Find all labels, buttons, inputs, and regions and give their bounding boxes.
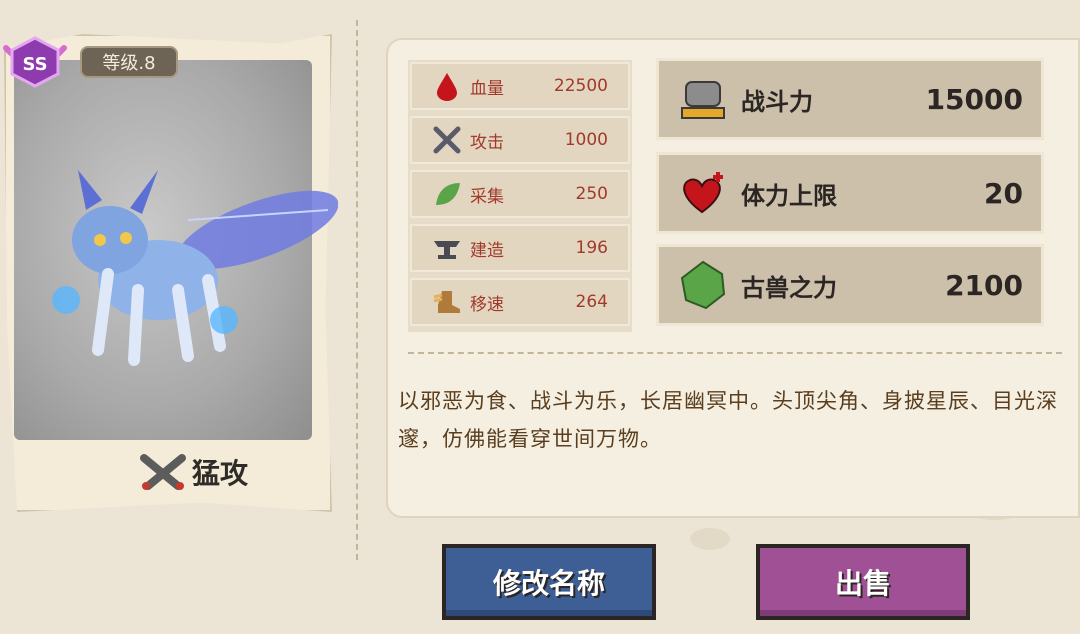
summary-label: 体力上限 [741,181,837,210]
pet-creature-image [52,170,338,366]
winged-boot-icon [430,285,464,319]
summary-label: 古兽之力 [741,273,837,302]
stat-value: 196 [575,238,608,258]
leaf-icon [430,177,464,211]
stat-row-speed: 移速 264 [410,278,630,326]
pet-skill: 猛攻 [138,452,248,492]
crossed-swords-icon [140,454,186,490]
horizontal-divider [408,352,1062,354]
stat-row-gather: 采集 250 [410,170,630,218]
rank-badge: SS [3,36,67,88]
sell-button[interactable]: 出售 [756,544,970,620]
summary-value: 15000 [925,82,1023,116]
heart-plus-icon [677,167,729,219]
stat-row-hp: 血量 22500 [410,62,630,110]
stat-label: 移速 [470,294,504,315]
stat-label: 采集 [470,186,504,207]
rename-button[interactable]: 修改名称 [442,544,656,620]
stat-value: 22500 [553,76,608,96]
stat-row-build: 建造 196 [410,224,630,272]
blood-drop-icon [430,69,464,103]
summary-row-ancient-power: 古兽之力 2100 [656,244,1044,326]
crossed-swords-icon [430,123,464,157]
stat-label: 攻击 [470,132,504,153]
stat-value: 264 [575,292,608,312]
pet-level-tag: 等级.8 [80,46,178,78]
summary-value: 2100 [945,268,1023,302]
stat-row-attack: 攻击 1000 [410,116,630,164]
fist-icon [677,73,729,125]
pet-description: 以邪恶为食、战斗为乐，长居幽冥中。头顶尖角、身披星辰、目光深邃，仿佛能看穿世间万… [398,389,1058,451]
green-gem-icon [677,259,729,311]
anvil-icon [430,231,464,265]
stat-value: 1000 [564,130,608,150]
stat-value: 250 [575,184,608,204]
stat-label: 建造 [470,240,504,261]
vertical-divider [356,20,358,560]
rank-badge-text: SS [22,54,47,75]
summary-value: 20 [984,176,1023,210]
summary-row-combat-power: 战斗力 15000 [656,58,1044,140]
background-spot [690,528,730,550]
pet-skill-label: 猛攻 [192,457,249,490]
summary-label: 战斗力 [741,87,813,116]
summary-row-stamina-cap: 体力上限 20 [656,152,1044,234]
stat-label: 血量 [470,78,504,99]
